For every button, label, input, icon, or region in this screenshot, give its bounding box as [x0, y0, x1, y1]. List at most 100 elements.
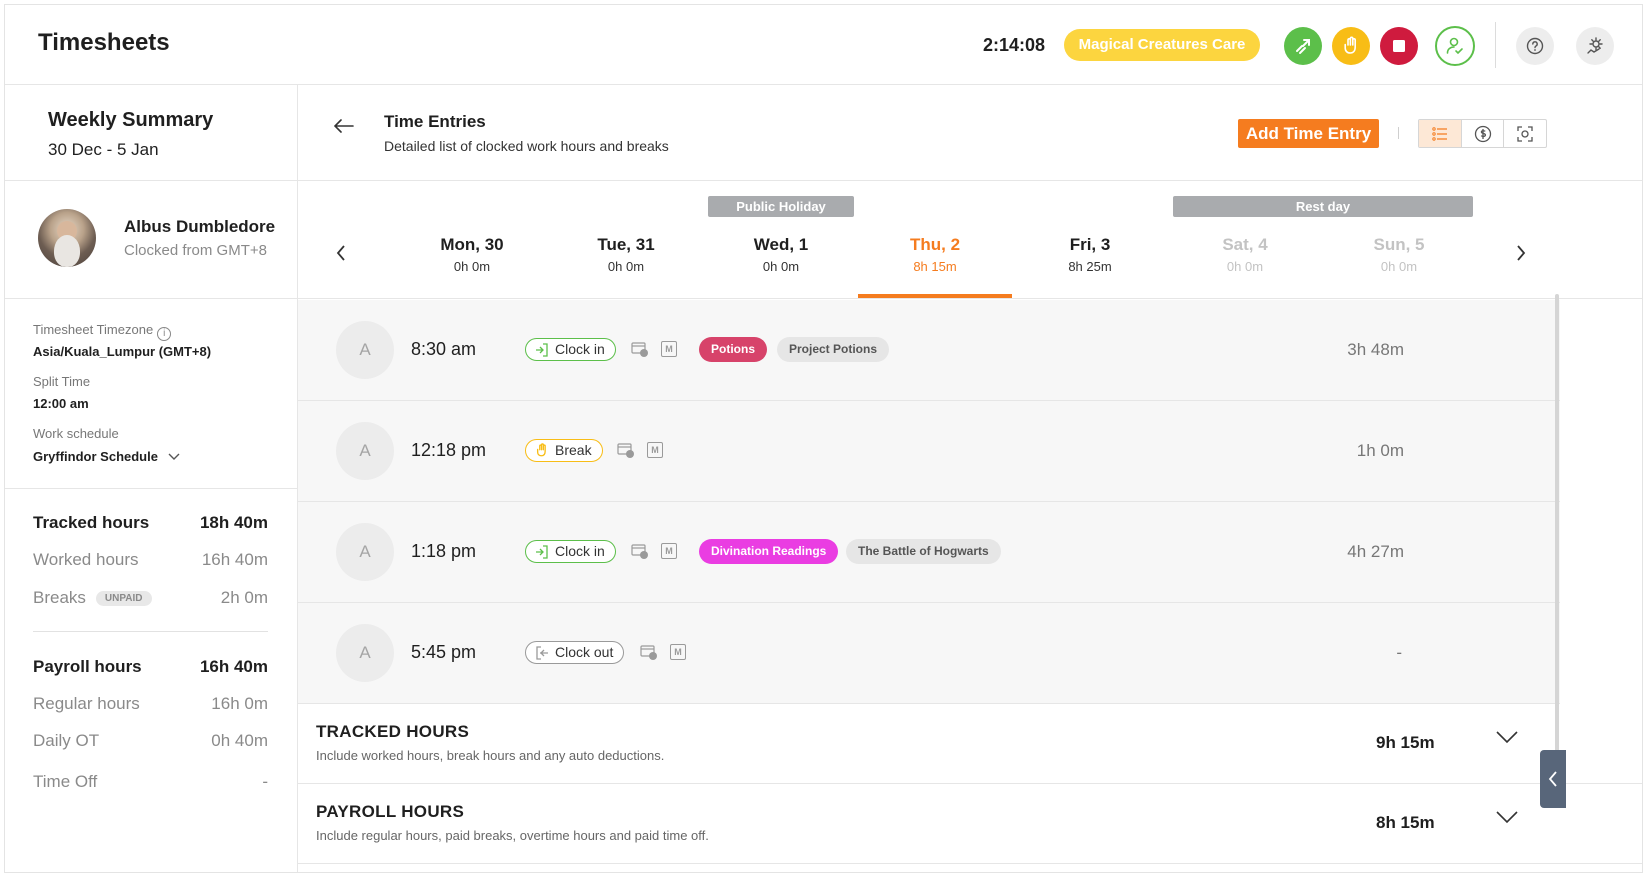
break-icon — [536, 443, 546, 457]
manual-badge: M — [670, 644, 686, 660]
project-tag: The Battle of Hogwarts — [846, 539, 1001, 564]
manual-badge: M — [661, 543, 677, 559]
back-arrow-icon[interactable] — [334, 119, 354, 133]
clock-out-icon — [536, 645, 548, 660]
entry-avatar: A — [336, 624, 394, 682]
panel-collapse-button[interactable] — [1540, 750, 1566, 808]
work-schedule-label: Work schedule — [33, 426, 119, 441]
time-entry-row[interactable]: A 1:18 pm Clock in M Divination Readings… — [298, 502, 1560, 603]
entry-time: 5:45 pm — [411, 642, 477, 662]
pay-view-button[interactable] — [1462, 120, 1505, 147]
day-thu[interactable]: Thu, 2 8h 15m — [858, 235, 1012, 274]
time-entry-row[interactable]: A 5:45 pm Clock out M - — [298, 603, 1560, 704]
work-schedule-dropdown[interactable]: Gryffindor Schedule — [33, 449, 180, 464]
chevron-down-icon[interactable] — [1496, 810, 1518, 824]
view-toggle — [1418, 119, 1547, 148]
entry-avatar: A — [336, 321, 394, 379]
member-status-icon — [1446, 37, 1463, 55]
chevron-right-icon[interactable] — [1516, 245, 1526, 261]
device-location-icon[interactable] — [640, 644, 658, 661]
weekly-summary: Weekly Summary 30 Dec - 5 Jan — [5, 85, 297, 181]
take-break-button[interactable] — [1332, 27, 1370, 65]
avatar — [38, 209, 96, 267]
clock-in-chip: Clock in — [525, 338, 616, 361]
time-entry-row[interactable]: A 8:30 am Clock in M Potions Project Pot… — [298, 300, 1560, 401]
entry-time: 8:30 am — [411, 339, 477, 359]
public-holiday-banner: Public Holiday — [708, 196, 854, 217]
help-button[interactable] — [1516, 27, 1554, 65]
info-icon[interactable]: i — [157, 327, 172, 341]
summary-sidebar: Weekly Summary 30 Dec - 5 Jan Albus Dumb… — [5, 85, 298, 872]
dollar-icon — [1474, 125, 1491, 142]
entry-time: 12:18 pm — [411, 440, 487, 460]
time-entries-header: Time Entries Detailed list of clocked wo… — [298, 85, 1642, 181]
unpaid-badge: UNPAID — [95, 591, 152, 606]
time-entry-row[interactable]: A 12:18 pm Break M 1h 0m — [298, 401, 1560, 502]
toolbar-divider — [1398, 127, 1399, 139]
entry-duration: - — [1396, 643, 1402, 662]
switch-project-icon — [1296, 39, 1310, 54]
face-scan-icon — [1517, 125, 1533, 142]
add-time-entry-button[interactable]: Add Time Entry — [1238, 119, 1379, 148]
week-range: 30 Dec - 5 Jan — [48, 140, 159, 159]
switch-project-button[interactable] — [1284, 27, 1322, 65]
entry-avatar: A — [336, 422, 394, 480]
page-title: Timesheets — [38, 29, 170, 56]
chevron-down-icon — [168, 453, 180, 460]
settings-button[interactable] — [1576, 27, 1614, 65]
tracked-hours-section[interactable]: TRACKED HOURS Include worked hours, brea… — [298, 704, 1642, 784]
day-sat[interactable]: Sat, 4 0h 0m — [1168, 235, 1322, 274]
rest-day-banner: Rest day — [1173, 196, 1473, 217]
settings-icon — [1587, 37, 1603, 54]
stop-timer-button[interactable] — [1380, 27, 1418, 65]
manual-badge: M — [647, 442, 663, 458]
list-view-button[interactable] — [1419, 120, 1462, 147]
device-location-icon[interactable] — [617, 442, 635, 459]
clock-in-icon — [536, 342, 548, 357]
help-icon — [1526, 37, 1544, 55]
clock-in-icon — [536, 544, 548, 559]
member-status-button[interactable] — [1435, 26, 1475, 66]
photo-view-button[interactable] — [1504, 120, 1546, 147]
list-icon — [1432, 126, 1447, 141]
entry-time: 1:18 pm — [411, 541, 477, 561]
day-sun[interactable]: Sun, 5 0h 0m — [1322, 235, 1476, 274]
break-chip: Break — [525, 439, 603, 462]
activity-tag: Potions — [699, 337, 767, 362]
payroll-hours-total: 8h 15m — [1376, 813, 1435, 832]
user-clocked-from: Clocked from GMT+8 — [124, 242, 267, 259]
app-window: Timesheets 2:14:08 Magical Creatures Car… — [4, 4, 1643, 873]
device-location-icon[interactable] — [631, 543, 649, 560]
user-name: Albus Dumbledore — [124, 217, 276, 236]
day-mon[interactable]: Mon, 30 0h 0m — [395, 235, 549, 274]
entry-duration: 4h 27m — [1347, 542, 1404, 561]
timesheet-settings: Timesheet Timezone i Asia/Kuala_Lumpur (G… — [5, 299, 297, 489]
day-fri[interactable]: Fri, 3 8h 25m — [1013, 235, 1167, 274]
current-project-chip[interactable]: Magical Creatures Care — [1064, 29, 1260, 61]
header-divider — [1495, 22, 1496, 68]
top-bar: Timesheets 2:14:08 Magical Creatures Car… — [5, 5, 1642, 85]
hours-divider — [33, 631, 268, 632]
chevron-down-icon[interactable] — [1496, 730, 1518, 744]
day-wed[interactable]: Wed, 1 0h 0m — [704, 235, 858, 274]
project-tag: Project Potions — [777, 337, 890, 362]
day-selector: Public Holiday Rest day Mon, 30 0h 0m Tue… — [298, 181, 1642, 299]
entry-avatar: A — [336, 523, 394, 581]
scrollbar[interactable] — [1555, 294, 1559, 794]
break-icon — [1344, 36, 1356, 54]
payroll-hours-title: PAYROLL HOURS — [316, 802, 465, 821]
time-entries-title: Time Entries — [384, 112, 486, 131]
time-entries-panel: Time Entries Detailed list of clocked wo… — [298, 85, 1642, 872]
payroll-hours-section[interactable]: PAYROLL HOURS Include regular hours, pai… — [298, 784, 1642, 864]
tracked-hours-description: Include worked hours, break hours and an… — [316, 748, 665, 763]
time-entries-subtitle: Detailed list of clocked work hours and … — [384, 138, 669, 154]
user-card: Albus Dumbledore Clocked from GMT+8 — [5, 181, 297, 299]
device-location-icon[interactable] — [631, 341, 649, 358]
payroll-hours-description: Include regular hours, paid breaks, over… — [316, 828, 709, 843]
activity-tag: Divination Readings — [699, 539, 839, 564]
timezone-value: Asia/Kuala_Lumpur (GMT+8) — [33, 344, 212, 359]
day-tue[interactable]: Tue, 31 0h 0m — [549, 235, 703, 274]
chevron-left-icon[interactable] — [336, 245, 346, 261]
tracked-hours-title: TRACKED HOURS — [316, 722, 470, 741]
stop-icon — [1393, 40, 1405, 52]
